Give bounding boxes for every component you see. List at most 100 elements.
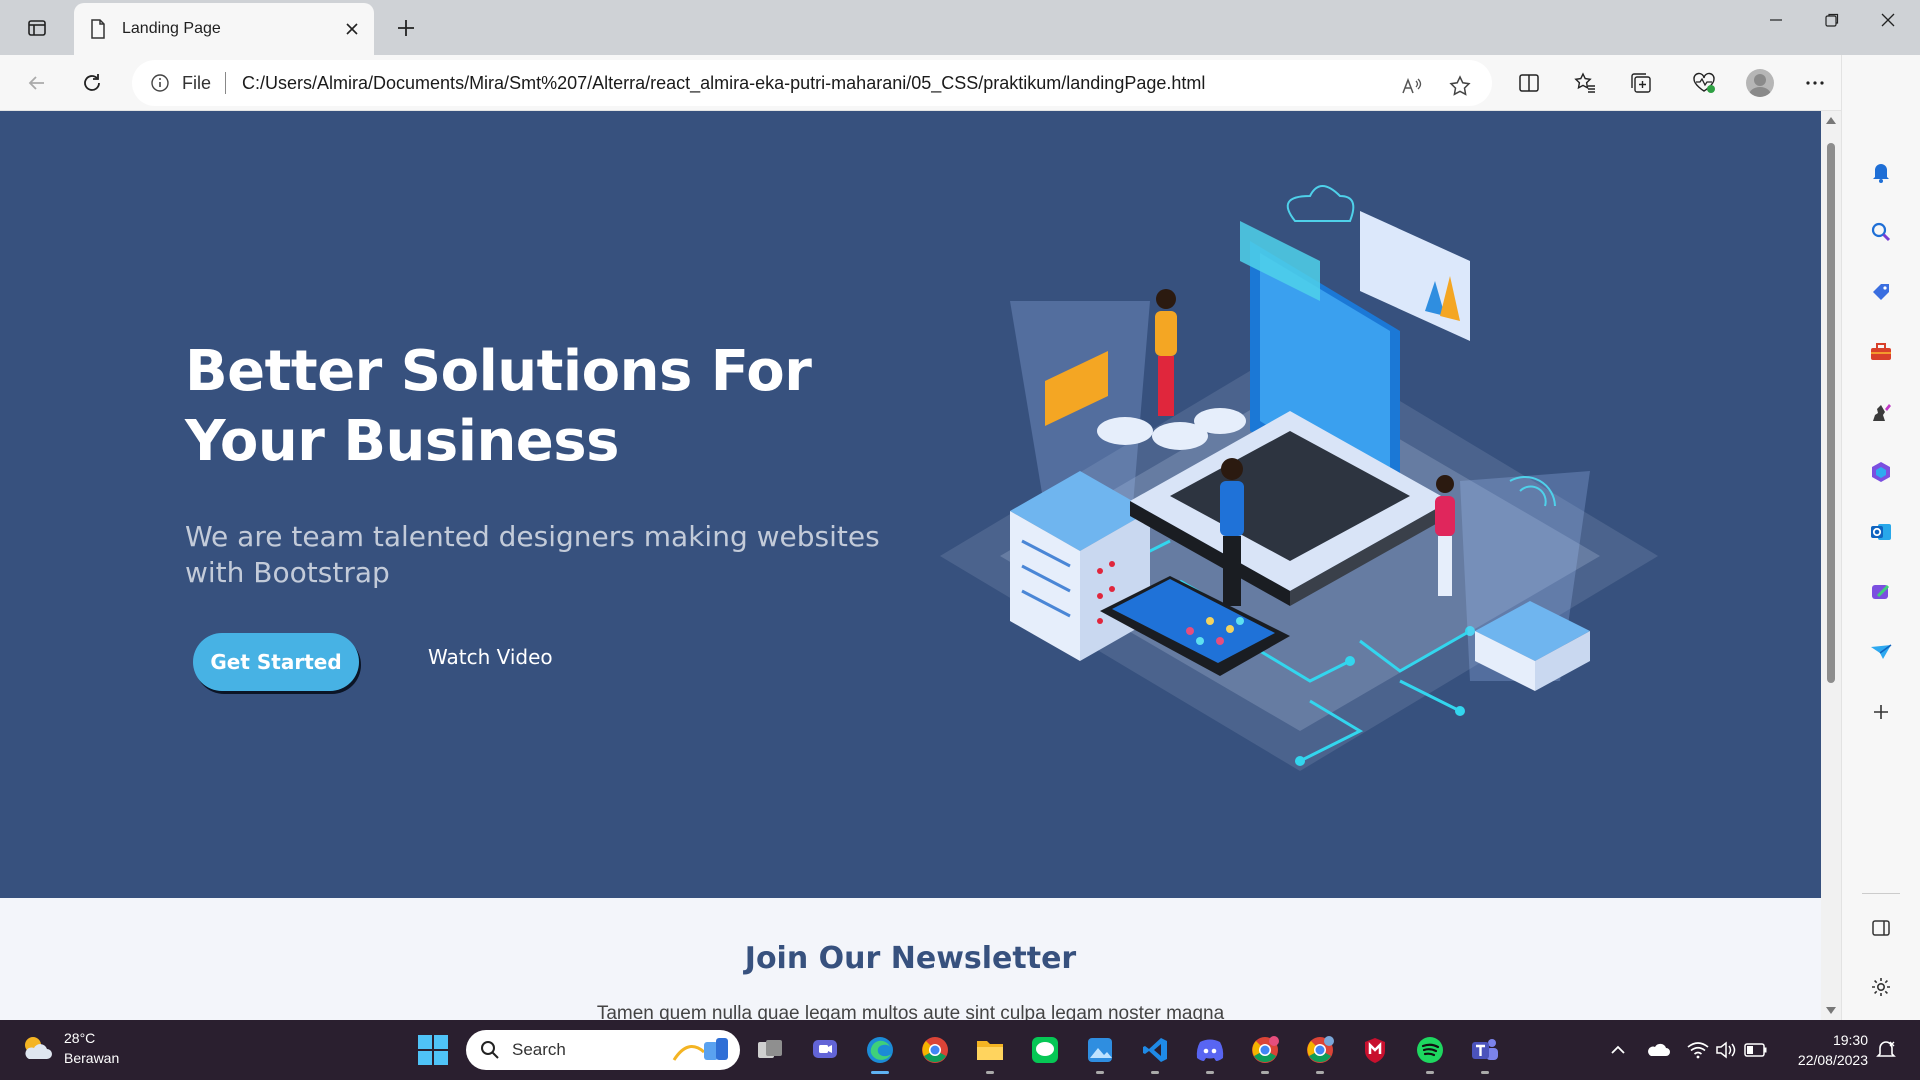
chess-icon bbox=[1873, 404, 1891, 421]
tray-wifi[interactable] bbox=[1684, 1036, 1712, 1064]
sidebar-item-drop[interactable] bbox=[1861, 632, 1901, 672]
search-highlight-icon bbox=[672, 1038, 728, 1061]
browser-essentials-button[interactable] bbox=[1684, 63, 1724, 103]
hero-illustration bbox=[940, 185, 1658, 771]
address-separator bbox=[225, 72, 227, 94]
tab-title: Landing Page bbox=[122, 20, 221, 37]
tab-landing-page[interactable]: Landing Page bbox=[74, 3, 374, 55]
edge-sidebar bbox=[1841, 55, 1920, 1020]
tray-overflow-button[interactable] bbox=[1604, 1036, 1632, 1064]
notification-bell-icon bbox=[1876, 1041, 1896, 1057]
volume-icon bbox=[1716, 1041, 1736, 1059]
clock-date: 22/08/2023 bbox=[1797, 1052, 1868, 1068]
get-started-button[interactable]: Get Started bbox=[193, 633, 359, 691]
close-icon bbox=[1881, 13, 1895, 27]
running-indicator bbox=[1151, 1071, 1159, 1074]
taskbar-app-teams-chat[interactable] bbox=[805, 1030, 845, 1070]
search-label: Search bbox=[512, 1040, 566, 1059]
teams-icon bbox=[1472, 1039, 1498, 1060]
person-top bbox=[1155, 289, 1177, 416]
taskbar-app-vscode[interactable] bbox=[1135, 1030, 1175, 1074]
title-bar: Landing Page bbox=[0, 0, 1920, 55]
plus-icon bbox=[1874, 705, 1888, 719]
start-tile bbox=[434, 1051, 448, 1065]
start-button[interactable] bbox=[418, 1035, 448, 1065]
sidebar-item-games[interactable] bbox=[1861, 392, 1901, 432]
wifi-icon bbox=[1687, 1042, 1709, 1059]
vscode-icon bbox=[1143, 1038, 1167, 1062]
sidebar-item-office[interactable] bbox=[1861, 452, 1901, 492]
address-bar[interactable]: File C:/Users/Almira/Documents/Mira/Smt%… bbox=[132, 60, 1492, 106]
taskbar-app-spotify[interactable] bbox=[1410, 1030, 1450, 1074]
watch-video-link[interactable]: Watch Video bbox=[428, 645, 553, 669]
taskbar-app-edge[interactable] bbox=[860, 1030, 900, 1074]
sidebar-item-outlook[interactable] bbox=[1861, 512, 1901, 552]
new-tab-button[interactable] bbox=[386, 10, 426, 46]
weather-widget[interactable]: 28°C Berawan bbox=[20, 1028, 119, 1068]
start-tile bbox=[418, 1051, 432, 1065]
refresh-button[interactable] bbox=[72, 63, 112, 103]
taskbar-app-line[interactable] bbox=[1025, 1030, 1065, 1070]
hero-section: Better Solutions For Your Business We ar… bbox=[0, 111, 1821, 898]
hero-subtitle: We are team talented designers making we… bbox=[185, 520, 880, 589]
sidebar-item-tools[interactable] bbox=[1861, 332, 1901, 372]
close-icon bbox=[346, 23, 358, 35]
tab-actions-button[interactable] bbox=[14, 10, 60, 46]
sidebar-item-search[interactable] bbox=[1861, 212, 1901, 252]
start-tile bbox=[418, 1035, 432, 1049]
tray-onedrive[interactable] bbox=[1644, 1036, 1672, 1064]
taskbar-app-teams[interactable] bbox=[1465, 1030, 1505, 1074]
tray-battery[interactable] bbox=[1742, 1036, 1770, 1064]
designer-icon bbox=[1872, 584, 1890, 599]
arrow-left-icon bbox=[28, 76, 44, 90]
taskbar-app-photos[interactable] bbox=[1080, 1030, 1120, 1074]
address-url[interactable]: C:/Users/Almira/Documents/Mira/Smt%207/A… bbox=[242, 73, 1205, 94]
profile-button[interactable] bbox=[1740, 63, 1780, 103]
hero-title: Better Solutions For Your Business bbox=[185, 339, 812, 474]
taskbar-app-chrome-profile-2[interactable] bbox=[1300, 1030, 1340, 1074]
sidebar-divider bbox=[1862, 893, 1900, 894]
windows-taskbar: 28°C Berawan Search 19:30 22/08/2023 bbox=[0, 1020, 1920, 1080]
tab-close-button[interactable] bbox=[336, 13, 368, 45]
favorite-button[interactable] bbox=[1442, 68, 1478, 104]
search-icon bbox=[481, 1041, 499, 1059]
sidebar-item-shopping[interactable] bbox=[1861, 272, 1901, 312]
tag-icon bbox=[1873, 284, 1889, 300]
back-button[interactable] bbox=[17, 63, 57, 103]
taskbar-search[interactable]: Search bbox=[466, 1030, 740, 1070]
scroll-thumb[interactable] bbox=[1827, 143, 1835, 683]
scroll-up-arrow[interactable] bbox=[1826, 117, 1836, 124]
read-aloud-button[interactable] bbox=[1394, 68, 1430, 104]
minimize-button[interactable] bbox=[1748, 0, 1804, 40]
taskbar-app-discord[interactable] bbox=[1190, 1030, 1230, 1074]
restore-icon bbox=[1825, 13, 1839, 27]
taskbar-app-chrome[interactable] bbox=[915, 1030, 955, 1070]
taskbar-clock[interactable]: 19:30 22/08/2023 bbox=[1798, 1030, 1868, 1070]
server-left bbox=[1010, 471, 1150, 661]
task-view-button[interactable] bbox=[750, 1030, 790, 1070]
tray-notifications[interactable] bbox=[1872, 1036, 1900, 1064]
refresh-icon bbox=[84, 74, 100, 91]
favorites-button[interactable] bbox=[1565, 63, 1605, 103]
tray-volume[interactable] bbox=[1712, 1036, 1740, 1064]
sidebar-hide-button[interactable] bbox=[1861, 908, 1901, 948]
chrome-icon bbox=[1252, 1036, 1279, 1063]
page-scrollbar[interactable] bbox=[1821, 111, 1841, 1020]
running-indicator bbox=[1481, 1071, 1489, 1074]
taskbar-app-mcafee[interactable] bbox=[1355, 1030, 1395, 1070]
sidebar-settings-button[interactable] bbox=[1861, 967, 1901, 1007]
restore-button[interactable] bbox=[1804, 0, 1860, 40]
edge-icon bbox=[867, 1037, 893, 1063]
scroll-down-arrow[interactable] bbox=[1826, 1007, 1836, 1014]
sidebar-add-button[interactable] bbox=[1861, 692, 1901, 732]
info-icon[interactable] bbox=[150, 73, 170, 93]
taskbar-app-chrome-profile-1[interactable] bbox=[1245, 1030, 1285, 1074]
sidebar-item-notifications[interactable] bbox=[1861, 152, 1901, 192]
more-menu-button[interactable] bbox=[1795, 63, 1835, 103]
close-window-button[interactable] bbox=[1860, 0, 1916, 40]
split-screen-button[interactable] bbox=[1509, 63, 1549, 103]
taskbar-app-file-explorer[interactable] bbox=[970, 1030, 1010, 1074]
collections-button[interactable] bbox=[1621, 63, 1661, 103]
partly-cloudy-icon bbox=[25, 1037, 52, 1059]
sidebar-item-designer[interactable] bbox=[1861, 572, 1901, 612]
